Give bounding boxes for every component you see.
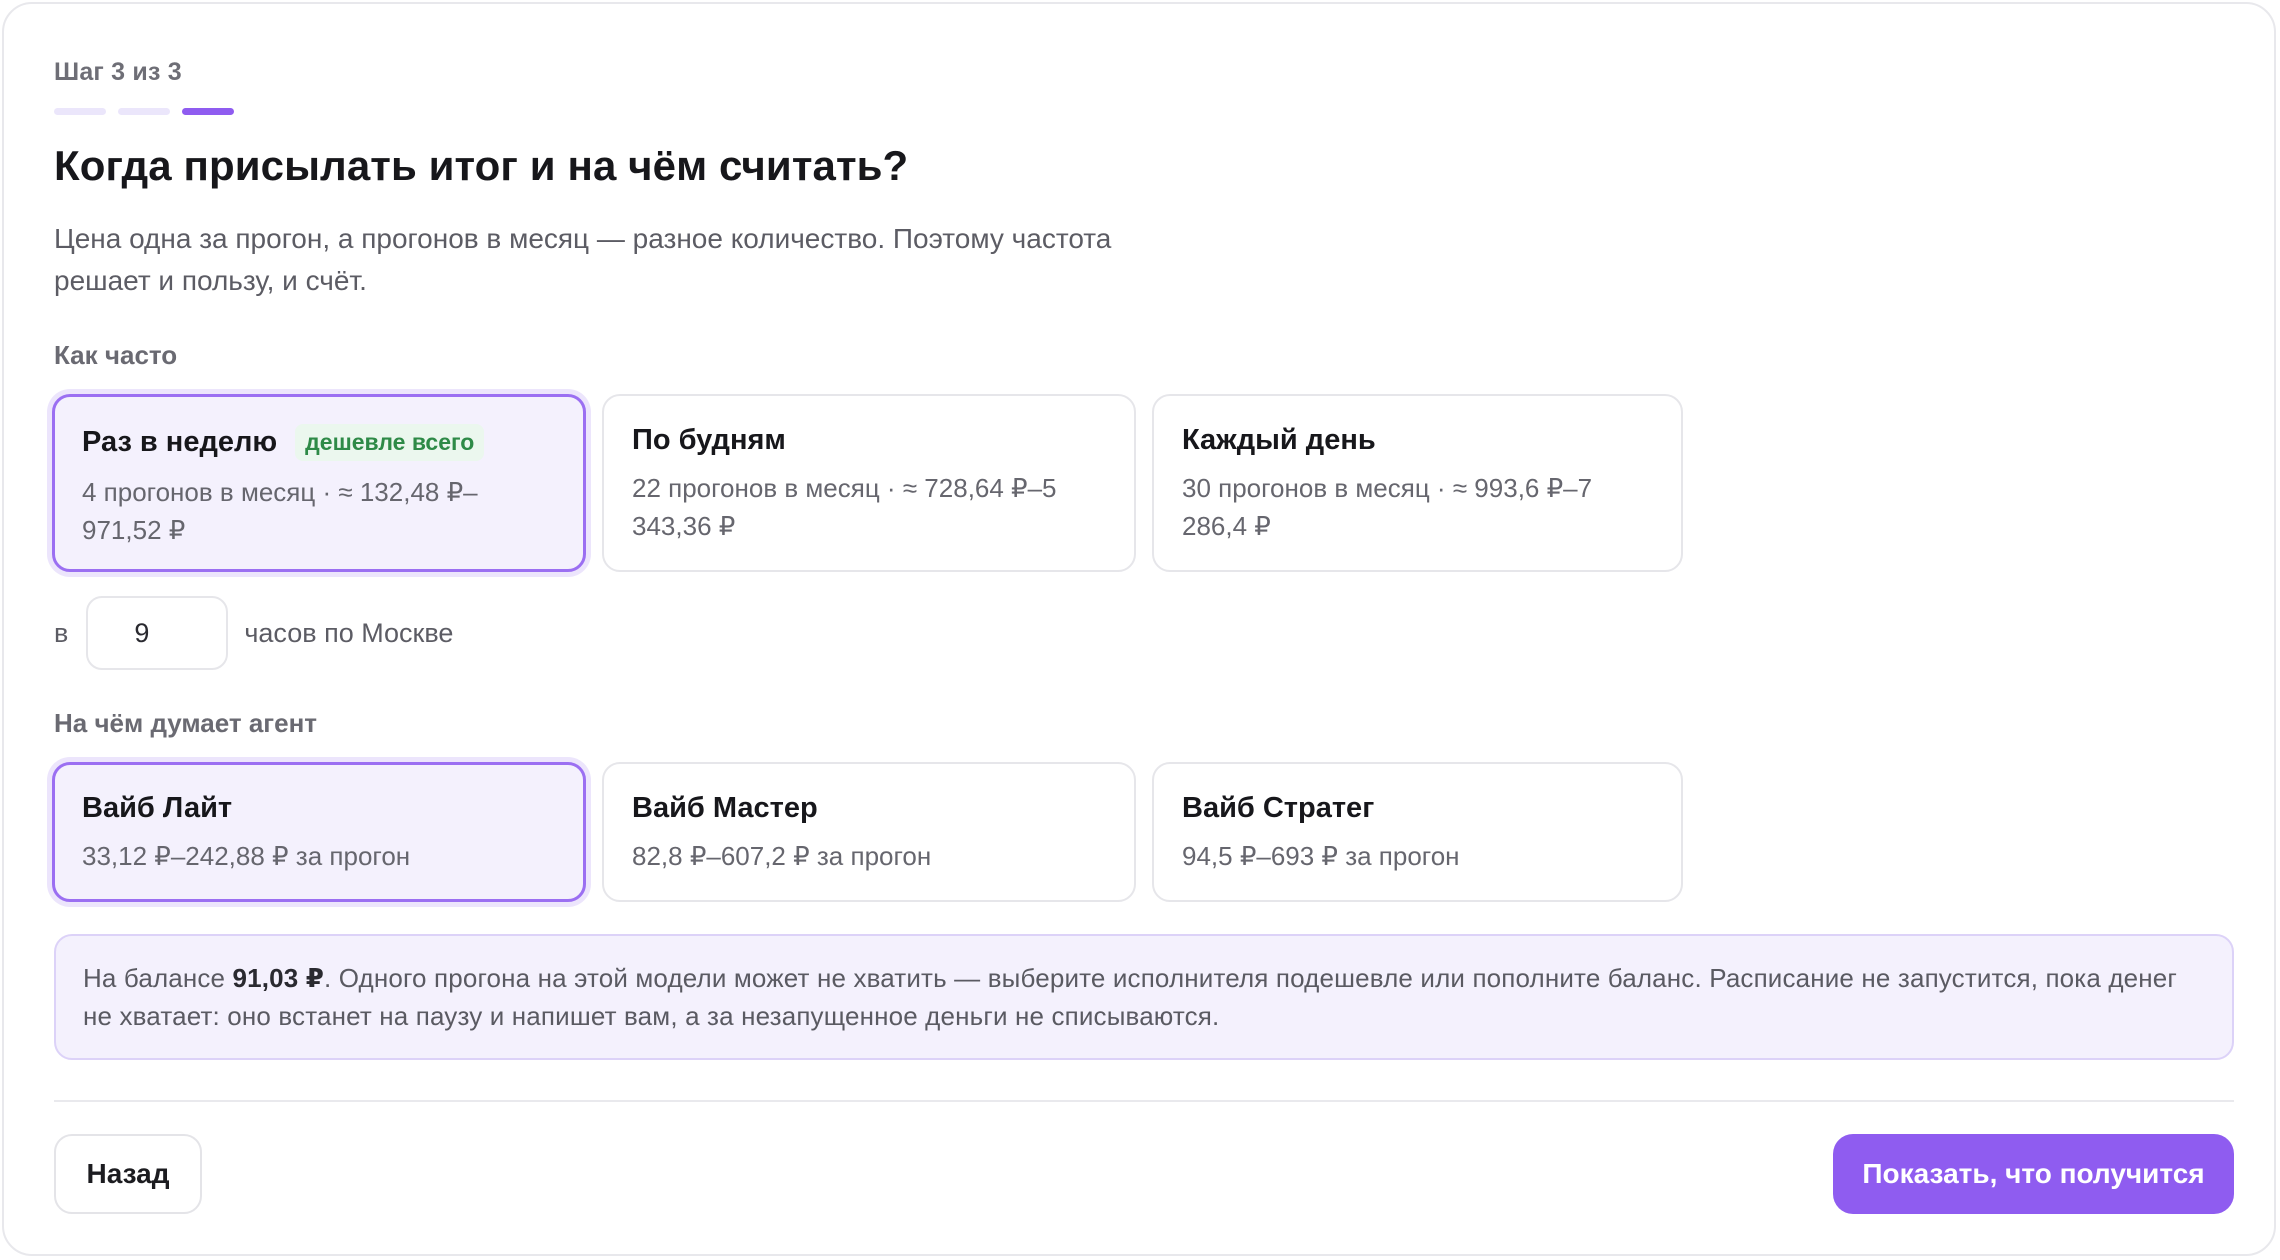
time-prefix: в: [54, 617, 69, 648]
option-title: Вайб Мастер: [632, 792, 818, 824]
option-title: По будням: [632, 424, 786, 456]
step-indicator-label: Шаг 3 из 3: [54, 58, 182, 86]
page-subtitle: Цена одна за прогон, а прогонов в месяц …: [54, 223, 1112, 296]
model-section-label: На чём думает агент: [54, 708, 318, 738]
option-description: 4 прогонов в месяц · ≈ 132,48 ₽–971,52 ₽: [82, 477, 478, 545]
option-title: Вайб Стратег: [1182, 792, 1375, 824]
progress-segment-1: [54, 108, 106, 115]
page-title: Когда присылать итог и на чём считать?: [54, 142, 909, 189]
model-option-vibe-strateg[interactable]: Вайб Стратег 94,5 ₽–693 ₽ за прогон: [1152, 762, 1683, 902]
notice-prefix: На балансе: [83, 963, 233, 993]
model-option-vibe-lite[interactable]: Вайб Лайт 33,12 ₽–242,88 ₽ за прогон: [52, 762, 586, 902]
show-result-button[interactable]: Показать, что получится: [1833, 1134, 2234, 1214]
cheapest-badge: дешевле всего: [295, 424, 485, 461]
progress-segment-2: [118, 108, 170, 115]
back-button[interactable]: Назад: [54, 1134, 202, 1214]
frequency-option-daily[interactable]: Каждый день 30 прогонов в месяц · ≈ 993,…: [1152, 394, 1683, 572]
wizard-panel: Шаг 3 из 3 Когда присылать итог и на чём…: [2, 2, 2276, 1256]
option-price: 94,5 ₽–693 ₽ за прогон: [1182, 841, 1460, 871]
model-option-vibe-master[interactable]: Вайб Мастер 82,8 ₽–607,2 ₽ за прогон: [602, 762, 1136, 902]
frequency-option-weekdays[interactable]: По будням 22 прогонов в месяц · ≈ 728,64…: [602, 394, 1136, 572]
balance-notice: На балансе 91,03 ₽. Одного прогона на эт…: [54, 934, 2234, 1060]
frequency-option-weekly[interactable]: Раз в неделю дешевле всего 4 прогонов в …: [52, 394, 586, 572]
option-description: 30 прогонов в месяц · ≈ 993,6 ₽–7 286,4 …: [1182, 473, 1593, 541]
option-title: Раз в неделю: [82, 426, 278, 458]
option-title: Вайб Лайт: [82, 792, 233, 824]
option-title: Каждый день: [1182, 424, 1376, 456]
option-description: 22 прогонов в месяц · ≈ 728,64 ₽–5 343,3…: [632, 473, 1057, 541]
balance-amount: 91,03 ₽: [232, 963, 324, 993]
step-progress: [54, 108, 234, 115]
progress-segment-3-current: [182, 108, 234, 115]
send-time-row: в часов по Москве: [54, 596, 453, 670]
notice-text: . Одного прогона на этой модели может не…: [83, 963, 2178, 1031]
frequency-section-label: Как часто: [54, 340, 178, 370]
option-price: 33,12 ₽–242,88 ₽ за прогон: [82, 841, 411, 871]
option-price: 82,8 ₽–607,2 ₽ за прогон: [632, 841, 932, 871]
time-suffix: часов по Москве: [244, 617, 454, 648]
footer-divider: [54, 1100, 2234, 1102]
hour-input[interactable]: [86, 596, 229, 670]
